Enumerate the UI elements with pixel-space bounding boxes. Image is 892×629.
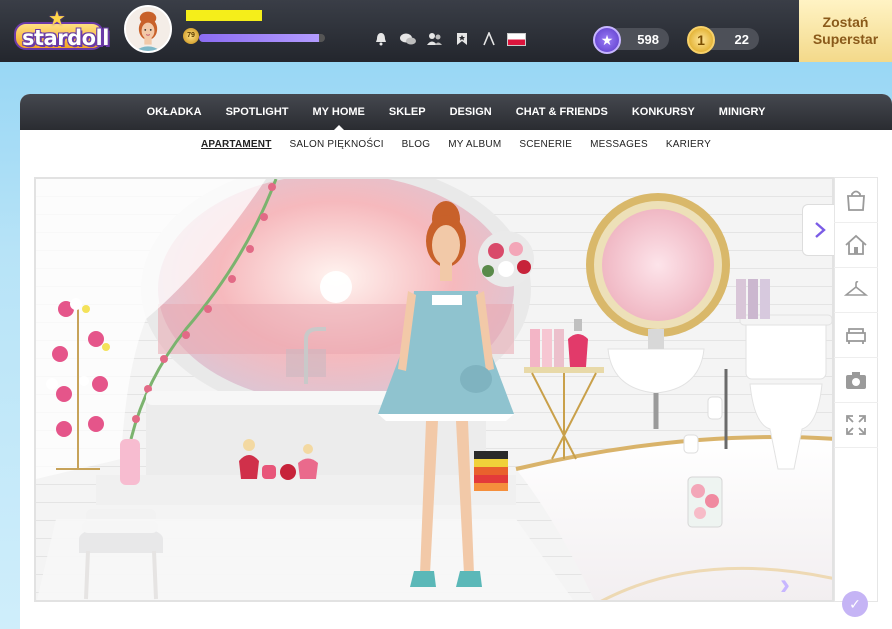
coins-value: 22	[734, 31, 749, 47]
fullscreen-tool-button[interactable]	[834, 403, 878, 448]
vogue-a-icon[interactable]	[480, 30, 498, 48]
nav-design[interactable]: DESIGN	[438, 94, 504, 130]
xp-progress-bar	[199, 34, 325, 42]
subnav-my-album[interactable]: MY ALBUM	[448, 139, 501, 150]
stardollar-icon: ★	[593, 26, 621, 54]
bell-icon[interactable]	[372, 30, 390, 48]
perfume-table	[524, 319, 604, 460]
bouquet	[478, 231, 534, 287]
avatar-face-icon	[126, 7, 170, 51]
sink	[607, 329, 705, 429]
subnav-messages[interactable]: MESSAGES	[590, 139, 648, 150]
logo-star-icon: ★	[48, 8, 66, 30]
shopping-bag-icon	[847, 190, 865, 211]
sofa-icon	[846, 328, 866, 344]
home-icon	[845, 234, 867, 255]
username-redacted	[186, 10, 262, 21]
flower-vase	[687, 476, 723, 528]
xp-progress-fill	[199, 34, 319, 42]
main-panel: OKŁADKA SPOTLIGHT MY HOME SKLEP DESIGN C…	[20, 94, 892, 629]
hanger-icon	[844, 280, 868, 296]
sub-nav: APARTAMENT SALON PIĘKNOŚCI BLOG MY ALBUM…	[20, 130, 892, 158]
poland-flag-icon[interactable]	[507, 32, 526, 46]
top-bar: stardoll ★ 79 598 ★ 22 1 Zostań Supersta…	[0, 0, 892, 62]
camera-tool-button[interactable]	[834, 358, 878, 403]
bookmark-icon[interactable]	[453, 30, 471, 48]
superstar-button[interactable]: Zostań Superstar	[799, 0, 892, 62]
home-tool-button[interactable]	[834, 223, 878, 268]
camera-icon	[846, 372, 866, 389]
porthole-mirror	[586, 193, 730, 337]
subnav-blog[interactable]: BLOG	[402, 139, 431, 150]
subnav-salon[interactable]: SALON PIĘKNOŚCI	[290, 139, 384, 150]
chevron-right-icon	[814, 222, 826, 238]
shop-tool-button[interactable]	[834, 178, 878, 223]
nav-okladka[interactable]: OKŁADKA	[135, 94, 214, 130]
room-illustration	[36, 179, 832, 600]
stardoll-logo[interactable]: stardoll ★	[14, 8, 109, 50]
stardollars-value: 598	[637, 31, 659, 47]
subnav-apartament[interactable]: APARTAMENT	[201, 139, 272, 150]
friends-icon[interactable]	[426, 30, 444, 48]
room-side-toolbar	[834, 177, 878, 602]
furniture-tool-button[interactable]	[834, 313, 878, 358]
nav-my-home[interactable]: MY HOME	[301, 94, 377, 130]
nav-konkursy[interactable]: KONKURSY	[620, 94, 707, 130]
coin-icon: 1	[687, 26, 715, 54]
towel-stack	[474, 451, 508, 491]
nav-minigry[interactable]: MINIGRY	[707, 94, 778, 130]
nav-spotlight[interactable]: SPOTLIGHT	[214, 94, 301, 130]
confirm-check-button[interactable]: ✓	[842, 591, 868, 617]
wardrobe-tool-button[interactable]	[834, 268, 878, 313]
toolbar-toggle-button[interactable]	[802, 204, 836, 256]
subnav-scenerie[interactable]: SCENERIE	[519, 139, 572, 150]
level-badge: 79	[183, 28, 199, 44]
room-scene[interactable]	[34, 177, 834, 602]
main-nav: OKŁADKA SPOTLIGHT MY HOME SKLEP DESIGN C…	[20, 94, 892, 130]
nav-sklep[interactable]: SKLEP	[377, 94, 438, 130]
nav-chat-friends[interactable]: CHAT & FRIENDS	[504, 94, 620, 130]
fullscreen-icon	[846, 415, 866, 435]
superstar-line1: Zostań	[822, 14, 869, 30]
chat-bubbles-icon[interactable]	[399, 30, 417, 48]
subnav-kariery[interactable]: KARIERY	[666, 139, 711, 150]
next-room-arrow-icon[interactable]: ›	[780, 568, 790, 602]
avatar[interactable]	[124, 5, 172, 53]
bath-rug	[36, 519, 574, 600]
superstar-line2: Superstar	[812, 31, 879, 47]
top-icons	[372, 30, 526, 48]
